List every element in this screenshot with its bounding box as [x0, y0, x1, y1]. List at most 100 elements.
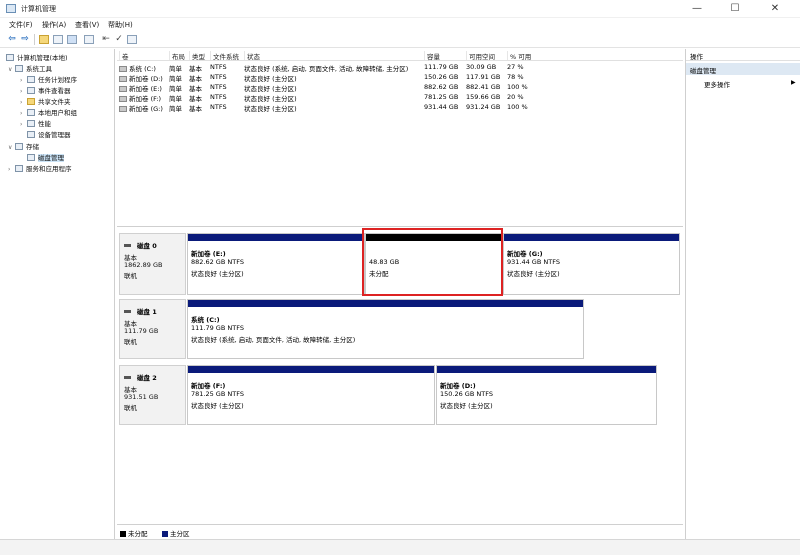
- properties-icon[interactable]: [53, 35, 63, 44]
- performance-icon: [27, 120, 35, 127]
- partition-status: 状态良好 (系统, 启动, 页面文件, 活动, 故障转储, 主分区): [191, 336, 356, 344]
- maximize-button[interactable]: ☐: [716, 0, 754, 18]
- partition-size: 931.44 GB NTFS: [507, 258, 560, 266]
- tree-item-event-viewer[interactable]: › 事件查看器: [20, 85, 71, 95]
- disk-size: 1862.89 GB: [124, 261, 163, 269]
- disk-size: 931.51 GB: [124, 393, 159, 401]
- column-layout[interactable]: 布局: [169, 51, 189, 61]
- tree-item-services-apps[interactable]: › 服务和应用程序: [8, 163, 72, 173]
- storage-icon: [15, 143, 23, 150]
- volume-list: 卷 布局 类型 文件系统 状态 容量 可用空间 % 可用 系统 (C:) 简单 基本…: [117, 49, 683, 227]
- tree-item-system-tools[interactable]: ∨ 系统工具: [8, 63, 52, 73]
- disk-title: 磁盘 1: [124, 306, 157, 316]
- collapse-icon[interactable]: ∨: [8, 66, 15, 73]
- column-status[interactable]: 状态: [244, 51, 424, 61]
- check-icon[interactable]: ✓: [113, 34, 125, 45]
- status-bar: [0, 539, 800, 555]
- column-filesystem[interactable]: 文件系统: [210, 51, 244, 61]
- minimize-button[interactable]: —: [678, 0, 716, 18]
- expand-icon[interactable]: ›: [20, 99, 27, 106]
- tree-item-task-scheduler[interactable]: › 任务计划程序: [20, 74, 77, 84]
- expand-icon[interactable]: ›: [20, 121, 27, 128]
- volume-row[interactable]: 新加卷 (G:) 简单 基本 NTFS 状态良好 (主分区) 931.44 GB 931.2…: [117, 102, 683, 113]
- tree-item-performance[interactable]: › 性能: [20, 118, 51, 128]
- menu-view[interactable]: 查看(V): [75, 20, 99, 30]
- expand-icon[interactable]: ›: [20, 110, 27, 117]
- help-book-icon[interactable]: ⇤: [100, 34, 112, 45]
- tree-item-device-manager[interactable]: 设备管理器: [27, 129, 71, 139]
- disk-label[interactable]: 磁盘 1 基本 111.79 GB 联机: [119, 299, 186, 359]
- folder-icon[interactable]: [39, 35, 49, 44]
- volume-cell: 状态良好 (主分区): [244, 105, 297, 113]
- volume-cell: 150.26 GB: [424, 73, 459, 81]
- tree-item-disk-management[interactable]: 磁盘管理: [27, 152, 64, 162]
- volume-cell: 159.66 GB: [466, 93, 501, 101]
- column-volume[interactable]: 卷: [119, 51, 169, 61]
- menu-action[interactable]: 操作(A): [42, 20, 66, 30]
- disk-title: 磁盘 0: [124, 240, 157, 250]
- volume-row[interactable]: 新加卷 (F:) 简单 基本 NTFS 状态良好 (主分区) 781.25 GB 159.6…: [117, 92, 683, 103]
- computer-management-icon: [6, 4, 16, 13]
- expand-icon[interactable]: ›: [8, 166, 15, 173]
- disk-label[interactable]: 磁盘 0 基本 1862.89 GB 联机: [119, 233, 186, 295]
- partition-f[interactable]: 新加卷 (F:) 781.25 GB NTFS 状态良好 (主分区): [187, 365, 435, 425]
- partition-status: 状态良好 (主分区): [440, 402, 493, 410]
- services-icon: [15, 165, 23, 172]
- column-percent-free[interactable]: % 可用: [507, 51, 537, 61]
- partition-g[interactable]: 新加卷 (G:) 931.44 GB NTFS 状态良好 (主分区): [503, 233, 680, 295]
- column-capacity[interactable]: 容量: [424, 51, 466, 61]
- forward-icon[interactable]: ⇨: [19, 34, 31, 45]
- column-type[interactable]: 类型: [189, 51, 210, 61]
- shared-folder-icon: [27, 98, 35, 105]
- menu-file[interactable]: 文件(F): [9, 20, 33, 30]
- tree-item-shared-folders[interactable]: › 共享文件夹: [20, 96, 71, 106]
- actions-section-disk-management[interactable]: 磁盘管理: [686, 63, 800, 75]
- back-icon[interactable]: ⇦: [6, 34, 18, 45]
- volume-row[interactable]: 新加卷 (E:) 简单 基本 NTFS 状态良好 (主分区) 882.62 GB 882.4…: [117, 82, 683, 93]
- partition-status: 状态良好 (主分区): [191, 402, 244, 410]
- volume-row[interactable]: 系统 (C:) 简单 基本 NTFS 状态良好 (系统, 启动, 页面文件, 活动, 故…: [117, 62, 683, 73]
- more-actions-link[interactable]: 更多操作: [704, 79, 730, 89]
- computer-icon: [6, 54, 14, 61]
- partition-name: 新加卷 (F:): [191, 382, 226, 390]
- volume-cell: NTFS: [210, 63, 227, 71]
- primary-partition-bar: [188, 234, 364, 241]
- view-icon[interactable]: [127, 35, 137, 44]
- volume-cell: NTFS: [210, 93, 227, 101]
- disk-status: 联机: [124, 272, 137, 280]
- volume-cell: 117.91 GB: [466, 73, 501, 81]
- partition-name: 新加卷 (D:): [440, 382, 476, 390]
- volume-cell: 新加卷 (G:): [119, 103, 163, 113]
- disk-status: 联机: [124, 338, 137, 346]
- disk-label[interactable]: 磁盘 2 基本 931.51 GB 联机: [119, 365, 186, 425]
- expand-icon[interactable]: ›: [20, 77, 27, 84]
- volume-cell: 882.62 GB: [424, 83, 459, 91]
- tree-item-storage[interactable]: ∨ 存储: [8, 141, 39, 151]
- unallocated-swatch: [120, 531, 126, 537]
- tree-item-root[interactable]: 计算机管理(本地): [6, 52, 68, 62]
- volume-cell: 27 %: [507, 63, 524, 71]
- tree-item-local-users[interactable]: › 本地用户和组: [20, 107, 77, 117]
- chevron-right-icon[interactable]: ▶: [791, 79, 796, 86]
- volume-cell: 931.24 GB: [466, 103, 501, 111]
- primary-swatch: [162, 531, 168, 537]
- menu-help[interactable]: 帮助(H): [108, 20, 133, 30]
- primary-partition-bar: [188, 366, 434, 373]
- help-icon[interactable]: [67, 35, 77, 44]
- column-free-space[interactable]: 可用空间: [466, 51, 507, 61]
- close-button[interactable]: ✕: [756, 0, 794, 18]
- expand-icon[interactable]: ›: [20, 88, 27, 95]
- volume-cell: 931.44 GB: [424, 103, 459, 111]
- partition-d[interactable]: 新加卷 (D:) 150.26 GB NTFS 状态良好 (主分区): [436, 365, 657, 425]
- volume-cell: 基本: [189, 105, 202, 113]
- volume-cell: 781.25 GB: [424, 93, 459, 101]
- partition-e[interactable]: 新加卷 (E:) 882.62 GB NTFS 状态良好 (主分区): [187, 233, 365, 295]
- partition-status: 状态良好 (主分区): [191, 270, 244, 278]
- collapse-icon[interactable]: ∨: [8, 144, 15, 151]
- device-manager-icon: [27, 131, 35, 138]
- volume-cell: NTFS: [210, 103, 227, 111]
- toolbar-separator: [34, 34, 35, 45]
- volume-row[interactable]: 新加卷 (D:) 简单 基本 NTFS 状态良好 (主分区) 150.26 GB 117.9…: [117, 72, 683, 83]
- partition-c[interactable]: 系统 (C:) 111.79 GB NTFS 状态良好 (系统, 启动, 页面文…: [187, 299, 584, 359]
- details-icon[interactable]: [84, 35, 94, 44]
